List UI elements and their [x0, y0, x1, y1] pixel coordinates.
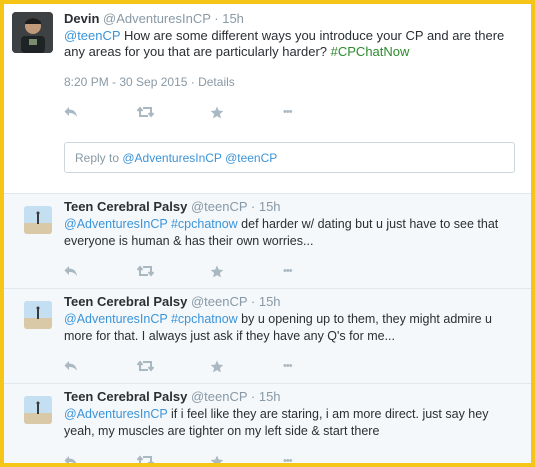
tweet-actions: •••: [64, 264, 356, 278]
mention-link[interactable]: @AdventuresInCP: [64, 217, 168, 231]
reply-prefix: Reply to: [75, 151, 123, 165]
tweet-header: Devin @AdventuresInCP · 15h: [64, 11, 244, 26]
more-button[interactable]: •••: [283, 264, 356, 278]
mention-link[interactable]: @AdventuresInCP: [64, 312, 168, 326]
reply-tweet-1: Teen Cerebral Palsy @teenCP · 15h @Adven…: [4, 193, 531, 288]
more-icon: •••: [283, 265, 293, 277]
tweet-meta: 8:20 PM - 30 Sep 2015 · Details: [64, 75, 235, 89]
tweet-actions: •••: [64, 105, 356, 119]
reply-tweet-3: Teen Cerebral Palsy @teenCP · 15h @Adven…: [4, 383, 531, 463]
hashtag-link[interactable]: #CPChatNow: [331, 44, 410, 59]
tweet-text: @teenCP How are some different ways you …: [64, 28, 514, 60]
reply-button[interactable]: [64, 264, 137, 278]
avatar[interactable]: [24, 301, 52, 329]
reply-mention-2: @teenCP: [225, 151, 278, 165]
reply-icon: [64, 266, 77, 276]
avatar[interactable]: [24, 396, 52, 424]
author-name[interactable]: Teen Cerebral Palsy: [64, 389, 187, 404]
tweet-text: @AdventuresInCP #cpchatnow by u opening …: [64, 311, 519, 345]
more-icon: •••: [283, 455, 293, 463]
author-handle[interactable]: @teenCP: [191, 199, 247, 214]
retweet-button[interactable]: [137, 264, 210, 278]
tweet-header: Teen Cerebral Palsy @teenCP · 15h: [64, 389, 281, 404]
tweet-header: Teen Cerebral Palsy @teenCP · 15h: [64, 294, 281, 309]
author-name[interactable]: Devin: [64, 11, 99, 26]
tweet-timestamp[interactable]: 8:20 PM - 30 Sep 2015: [64, 75, 187, 89]
reply-mention-1: @AdventuresInCP: [122, 151, 222, 165]
retweet-icon: [137, 265, 154, 277]
mention-link[interactable]: @teenCP: [64, 28, 120, 43]
author-handle[interactable]: @AdventuresInCP: [103, 11, 211, 26]
tweet-age[interactable]: · 15h: [251, 389, 281, 404]
reply-icon: [64, 107, 77, 117]
reply-icon: [64, 361, 77, 371]
tweet-text: @AdventuresInCP #cpchatnow def harder w/…: [64, 216, 519, 250]
favorite-button[interactable]: [210, 264, 283, 278]
favorite-button[interactable]: [210, 454, 283, 463]
avatar[interactable]: [24, 206, 52, 234]
more-icon: •••: [283, 360, 293, 372]
reply-button[interactable]: [64, 105, 137, 119]
retweet-icon: [137, 106, 154, 118]
tweet-actions: •••: [64, 359, 356, 373]
star-icon: [210, 360, 224, 372]
reply-button[interactable]: [64, 454, 137, 463]
tweet-age[interactable]: · 15h: [251, 199, 281, 214]
reply-icon: [64, 456, 77, 463]
star-icon: [210, 455, 224, 463]
tweet-actions: •••: [64, 454, 356, 463]
author-handle[interactable]: @teenCP: [191, 389, 247, 404]
meta-separator: ·: [187, 75, 199, 89]
tweet-header: Teen Cerebral Palsy @teenCP · 15h: [64, 199, 281, 214]
tweet-text: @AdventuresInCP if i feel like they are …: [64, 406, 519, 440]
retweet-icon: [137, 360, 154, 372]
main-tweet: Devin @AdventuresInCP · 15h @teenCP How …: [4, 4, 531, 193]
retweet-button[interactable]: [137, 105, 210, 119]
author-name[interactable]: Teen Cerebral Palsy: [64, 294, 187, 309]
tweet-body: How are some different ways you introduc…: [64, 28, 505, 59]
reply-tweet-2: Teen Cerebral Palsy @teenCP · 15h @Adven…: [4, 288, 531, 383]
author-handle[interactable]: @teenCP: [191, 294, 247, 309]
star-icon: [210, 265, 224, 277]
favorite-button[interactable]: [210, 105, 283, 119]
hashtag-link[interactable]: #cpchatnow: [168, 217, 238, 231]
avatar[interactable]: [12, 12, 53, 53]
more-icon: •••: [283, 106, 293, 118]
star-icon: [210, 106, 224, 118]
more-button[interactable]: •••: [283, 359, 356, 373]
details-link[interactable]: Details: [198, 75, 235, 89]
more-button[interactable]: •••: [283, 454, 356, 463]
retweet-icon: [137, 455, 154, 463]
mention-link[interactable]: @AdventuresInCP: [64, 407, 168, 421]
tweet-age[interactable]: · 15h: [214, 11, 244, 26]
retweet-button[interactable]: [137, 454, 210, 463]
more-button[interactable]: •••: [283, 105, 356, 119]
tweet-age[interactable]: · 15h: [251, 294, 281, 309]
reply-button[interactable]: [64, 359, 137, 373]
author-name[interactable]: Teen Cerebral Palsy: [64, 199, 187, 214]
tweet-conversation-frame: Devin @AdventuresInCP · 15h @teenCP How …: [4, 4, 531, 463]
reply-input[interactable]: Reply to @AdventuresInCP @teenCP: [64, 142, 515, 173]
favorite-button[interactable]: [210, 359, 283, 373]
hashtag-link[interactable]: #cpchatnow: [168, 312, 238, 326]
retweet-button[interactable]: [137, 359, 210, 373]
